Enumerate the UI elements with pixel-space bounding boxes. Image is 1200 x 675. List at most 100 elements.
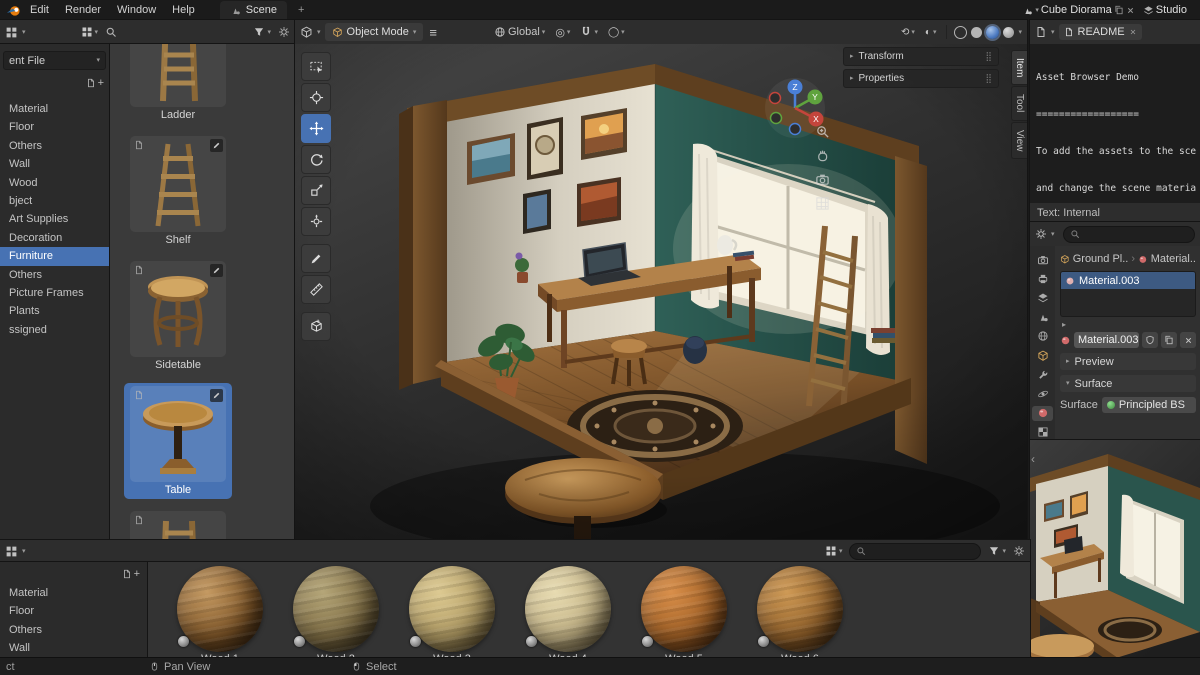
properties-search-input[interactable] — [1062, 225, 1195, 243]
transform-orientation-dropdown[interactable]: Global ▾ — [491, 24, 548, 41]
tool-measure[interactable] — [301, 275, 331, 304]
shading-wireframe-button[interactable] — [954, 25, 968, 39]
tab-view[interactable]: View — [1011, 121, 1027, 160]
camera-icon[interactable] — [815, 172, 830, 187]
material-slot-list[interactable]: Material.003 — [1060, 271, 1196, 317]
tool-transform[interactable] — [301, 207, 331, 236]
asset-item-ladder[interactable]: Ladder — [124, 44, 232, 124]
tab-view-layer[interactable] — [1032, 290, 1053, 305]
editor-type-icon[interactable] — [1035, 26, 1047, 38]
editor-type-icon[interactable] — [1035, 228, 1047, 240]
view-layer-selector[interactable]: Studio — [1140, 2, 1190, 19]
asset-source-select[interactable]: ent File ▾ — [3, 51, 106, 70]
asset-item-partial[interactable] — [124, 508, 232, 540]
unlink-material-button[interactable] — [1180, 332, 1196, 348]
fake-user-button[interactable] — [1142, 332, 1158, 348]
menu-edit[interactable]: Edit — [23, 4, 56, 16]
workspace-tab-scene[interactable]: Scene — [219, 1, 287, 19]
copy-material-button[interactable] — [1161, 332, 1177, 348]
asset-item-table-selected[interactable]: Table — [124, 383, 232, 499]
overlays-dropdown[interactable]: ◐ ▾ — [922, 24, 940, 41]
copy-icon[interactable] — [1114, 5, 1124, 15]
editor-type-icon[interactable] — [5, 545, 18, 558]
slot-specials-icon[interactable]: ▸ — [1062, 320, 1196, 329]
tab-world[interactable] — [1032, 329, 1053, 344]
tool-rotate[interactable] — [301, 145, 331, 174]
tool-select-box[interactable] — [301, 52, 331, 81]
tab-render[interactable] — [1032, 252, 1053, 267]
asset-item-shelf[interactable]: Shelf — [124, 133, 232, 249]
material-item-wood3[interactable]: Wood 3 — [394, 564, 510, 658]
add-workspace-button[interactable]: + — [295, 2, 307, 19]
mini-viewport[interactable]: ‹ — [1030, 440, 1200, 658]
catalog-item[interactable]: Material — [0, 584, 148, 602]
mode-dropdown[interactable]: Object Mode ▾ — [324, 23, 424, 41]
catalog-item[interactable]: Wall — [0, 639, 148, 657]
snap-toggle[interactable]: ▾ — [577, 24, 601, 41]
surface-shader-dropdown[interactable]: Principled BS — [1101, 397, 1196, 413]
catalog-item[interactable]: bject — [0, 192, 110, 210]
tab-modifiers[interactable] — [1032, 367, 1053, 382]
tool-move-active[interactable] — [301, 114, 331, 143]
tab-object[interactable] — [1032, 348, 1053, 363]
menu-window[interactable]: Window — [110, 4, 163, 16]
catalog-item[interactable]: Picture Frames — [0, 284, 110, 302]
zoom-icon[interactable] — [815, 124, 830, 139]
text-editor-body[interactable]: Asset Browser Demo ================== To… — [1036, 47, 1200, 203]
shading-solid-button[interactable] — [971, 26, 983, 38]
add-catalog-button[interactable]: + — [122, 568, 140, 580]
menu-render[interactable]: Render — [58, 4, 108, 16]
tab-tool[interactable]: Tool — [1011, 86, 1027, 121]
material-item-wood2[interactable]: Wood 2 — [278, 564, 394, 658]
menu-help[interactable]: Help — [165, 4, 202, 16]
tab-material-active[interactable] — [1032, 405, 1053, 421]
close-icon[interactable] — [1129, 28, 1137, 36]
material-slot-row-selected[interactable]: Material.003 — [1061, 272, 1195, 289]
display-mode-button[interactable]: ▾ — [822, 543, 846, 560]
proportional-edit-toggle[interactable]: ◯ ▾ — [605, 24, 628, 41]
gizmos-dropdown[interactable]: ⟲ ▾ — [898, 24, 918, 41]
viewport-scene[interactable] — [295, 44, 1027, 540]
filter-button[interactable]: ▾ — [985, 543, 1009, 560]
viewport-menus-icon[interactable]: ≡ — [429, 25, 437, 40]
pivot-point-dropdown[interactable]: ◎ ▾ — [552, 24, 573, 41]
catalog-item[interactable]: Wall — [0, 155, 110, 173]
catalog-item[interactable]: Wood — [0, 174, 110, 192]
npanel-transform[interactable]: ▸ Transform ⣿ — [843, 47, 999, 66]
material-item-wood4[interactable]: Wood 4 — [510, 564, 626, 658]
grid-ortho-icon[interactable] — [815, 196, 830, 211]
panel-expand-chevron[interactable]: ‹ — [1031, 452, 1035, 466]
material-item-wood1[interactable]: Wood 1 — [162, 564, 278, 658]
tab-scene[interactable] — [1032, 310, 1053, 325]
unlink-icon[interactable] — [1126, 6, 1135, 15]
add-catalog-button[interactable]: + — [86, 77, 104, 89]
asset-item-sidetable[interactable]: Sidetable — [124, 258, 232, 374]
viewport-3d[interactable]: ▾ Object Mode ▾ ≡ Global ▾ ◎ ▾ ▾ ◯ ▾ ⟲ ▾ ◐ ▾ — [295, 20, 1027, 540]
panel-surface[interactable]: ▾ Surface — [1060, 375, 1196, 392]
filter-button[interactable]: ▾ — [250, 24, 274, 41]
tab-item[interactable]: Item — [1011, 50, 1027, 86]
catalog-item-furniture[interactable]: Furniture — [0, 247, 110, 266]
scene-selector[interactable]: ▾ Cube Diorama — [1019, 2, 1137, 19]
settings-gear-icon[interactable] — [1013, 545, 1025, 557]
catalog-item[interactable]: Floor — [0, 118, 110, 136]
tab-output[interactable] — [1032, 271, 1053, 286]
tool-annotate[interactable] — [301, 244, 331, 273]
catalog-item[interactable]: Floor — [0, 602, 148, 620]
material-item-wood6[interactable]: Wood 6 — [742, 564, 858, 658]
catalog-item[interactable]: Others — [0, 266, 110, 284]
npanel-properties[interactable]: ▸ Properties ⣿ — [843, 69, 999, 88]
catalog-item[interactable]: ssigned — [0, 321, 110, 339]
text-datablock-chip[interactable]: README — [1058, 24, 1142, 40]
catalog-item[interactable]: Others — [0, 137, 110, 155]
hand-icon[interactable] — [815, 148, 830, 163]
tab-texture[interactable] — [1032, 425, 1053, 440]
tool-cursor[interactable] — [301, 83, 331, 112]
tool-add-cube[interactable] — [301, 312, 331, 341]
tab-physics[interactable] — [1032, 386, 1053, 401]
material-search-input[interactable] — [849, 542, 982, 560]
settings-gear-icon[interactable] — [278, 26, 290, 38]
search-icon[interactable] — [105, 26, 117, 38]
tool-scale[interactable] — [301, 176, 331, 205]
material-item-wood5[interactable]: Wood 5 — [626, 564, 742, 658]
